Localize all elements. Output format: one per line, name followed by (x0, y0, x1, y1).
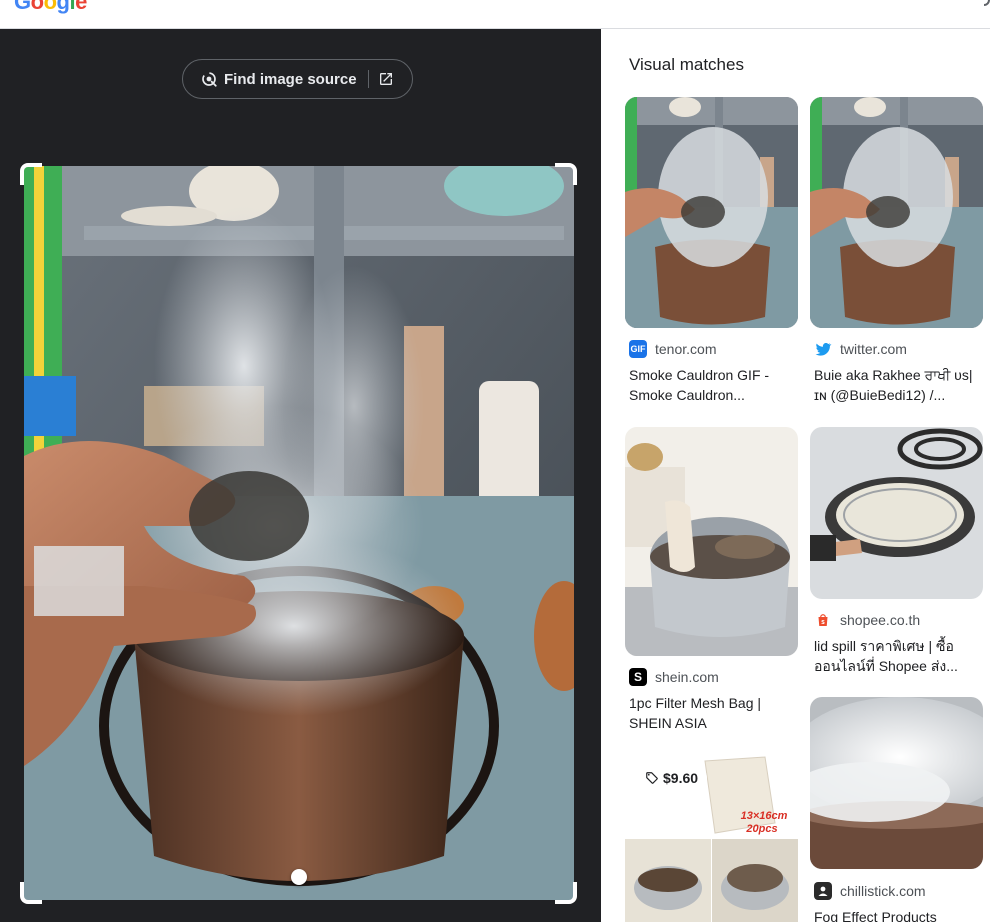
product-size-text: 13×16cm (741, 810, 788, 822)
crop-handle-bottom-left[interactable] (20, 882, 42, 904)
top-bar: Google (0, 0, 990, 29)
result-source[interactable]: twitter.com (814, 340, 907, 358)
button-divider (367, 70, 369, 88)
result-domain: twitter.com (840, 341, 907, 357)
find-image-source-button[interactable]: Find image source (182, 59, 413, 99)
logo-letter: o (30, 0, 44, 14)
lens-search-icon (202, 72, 217, 87)
result-title[interactable]: Buie aka Rakhee ਰਾਖੀ ᴜs|ɪɴ (@BuieBedi12)… (814, 365, 979, 405)
result-thumbnail[interactable] (810, 97, 983, 328)
crop-handle-top-right[interactable] (555, 163, 577, 185)
result-source[interactable]: S shein.com (629, 668, 719, 686)
result-title[interactable]: Fog Effect Products (814, 907, 979, 922)
result-domain: tenor.com (655, 341, 717, 357)
crop-handle-bottom-right[interactable] (555, 882, 577, 904)
result-domain: shopee.co.th (840, 612, 921, 628)
price-label: $9.60 (663, 770, 699, 786)
result-thumbnail[interactable] (625, 427, 798, 656)
image-preview-panel: Find image source (0, 29, 601, 922)
product-count-text: 20pcs (745, 823, 777, 835)
result-source[interactable]: chillistick.com (814, 882, 926, 900)
result-source[interactable]: GIF tenor.com (629, 340, 716, 358)
google-logo[interactable]: Google (14, 0, 87, 15)
logo-letter: o (43, 0, 57, 14)
twitter-bird-icon (815, 343, 832, 356)
results-panel: Visual matches GIF tenor.com Smoke Cauld… (601, 29, 990, 922)
shopee-bag-icon: S (818, 614, 828, 626)
logo-letter: G (14, 0, 31, 14)
open-external-icon (379, 73, 392, 85)
crop-handle-top-left[interactable] (20, 163, 42, 185)
result-domain: shein.com (655, 669, 719, 685)
result-title[interactable]: lid spill ราคาพิเศษ | ซื้อออนไลน์ที่ Sho… (814, 636, 979, 676)
result-domain: chillistick.com (840, 883, 926, 899)
result-title[interactable]: Smoke Cauldron GIF - Smoke Cauldron... (629, 365, 794, 405)
logo-letter: e (75, 0, 87, 14)
logo-letter: g (56, 0, 70, 14)
price-chip[interactable]: $9.60 (637, 765, 708, 791)
smoking-cauldron-image (24, 166, 574, 900)
chillistick-icon (814, 882, 832, 900)
svg-text:S: S (821, 620, 825, 626)
result-thumbnail[interactable]: 13×16cm 20pcs $9.60 (625, 753, 798, 922)
object-hotspot-dot[interactable] (291, 869, 307, 885)
tenor-favicon-icon: GIF (629, 340, 647, 358)
query-image (24, 166, 574, 900)
result-thumbnail[interactable] (625, 97, 798, 328)
selection-frame[interactable] (20, 163, 577, 904)
account-button-edge[interactable] (984, 0, 990, 6)
result-thumbnail[interactable] (810, 697, 983, 869)
shein-favicon-icon: S (629, 668, 647, 686)
find-image-source-label: Find image source (224, 70, 357, 88)
result-thumbnail[interactable] (810, 427, 983, 599)
visual-matches-heading: Visual matches (629, 55, 744, 74)
price-tag-icon (646, 772, 658, 784)
result-source[interactable]: S shopee.co.th (814, 611, 920, 629)
result-title[interactable]: 1pc Filter Mesh Bag | SHEIN ASIA (629, 693, 794, 733)
